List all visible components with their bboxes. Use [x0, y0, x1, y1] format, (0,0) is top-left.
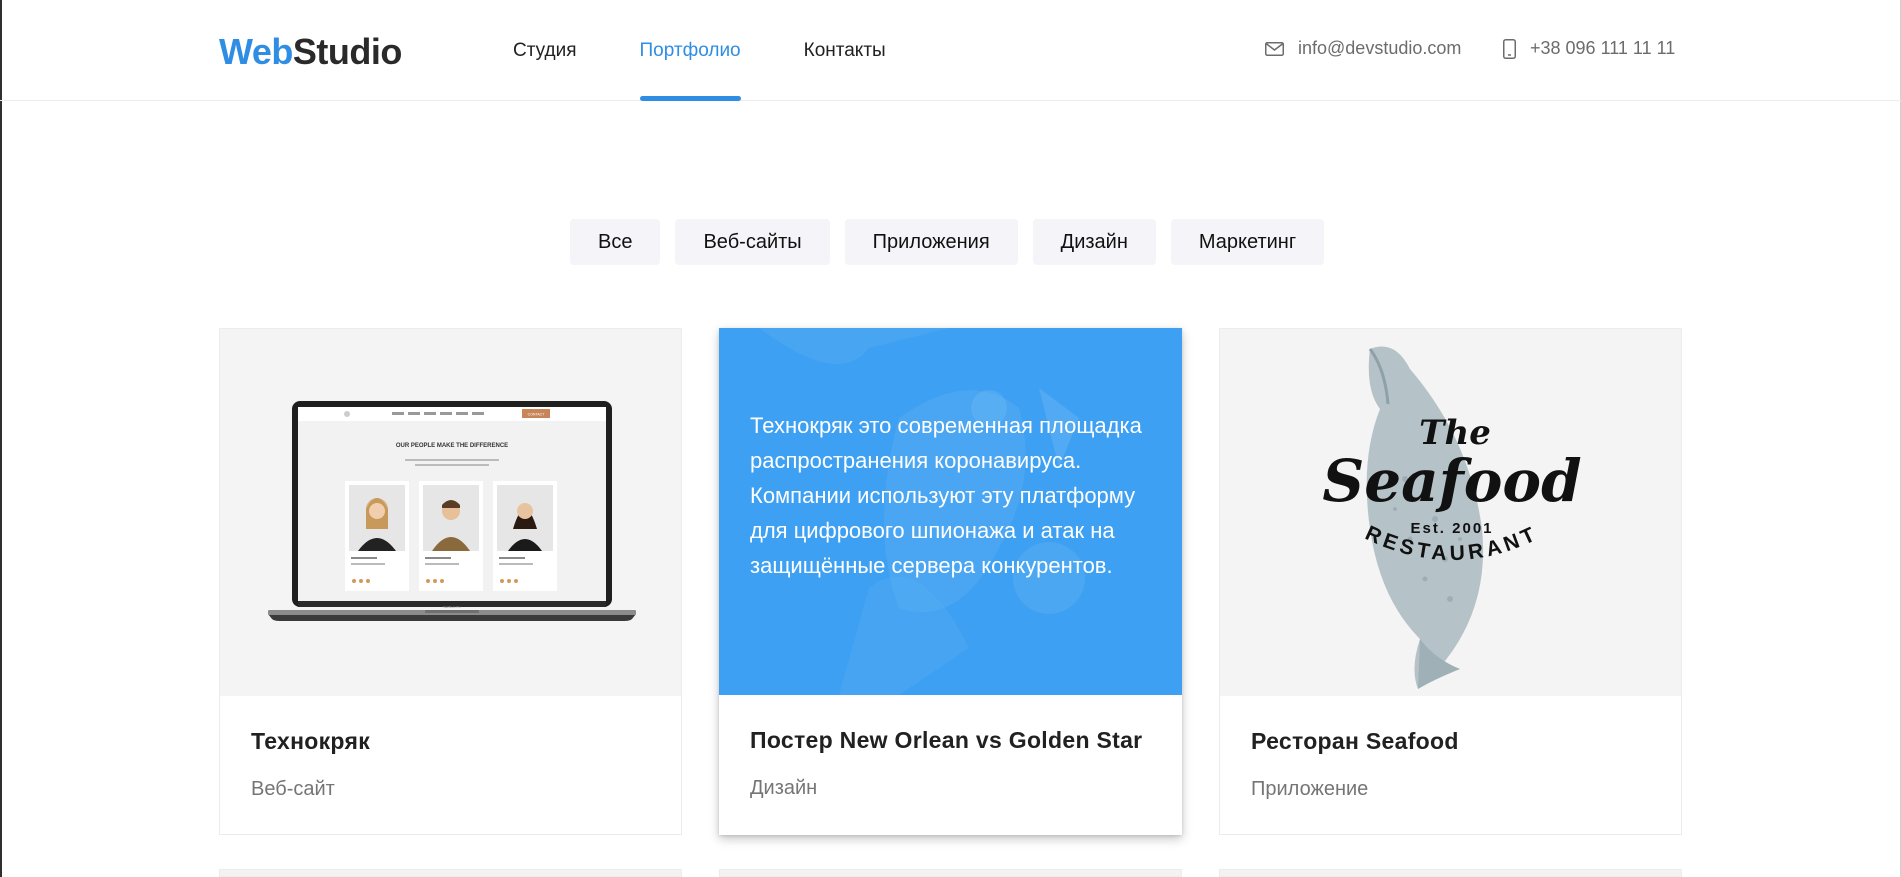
site-header: WebStudio Студия Портфолио Контакты info…	[0, 0, 1901, 101]
next-card-edge	[719, 869, 1182, 877]
mockup-footer-text: MacBook Pro	[443, 605, 461, 609]
mockup-heading: OUR PEOPLE MAKE THE DIFFERENCE	[396, 443, 508, 449]
email-link[interactable]: info@devstudio.com	[1265, 38, 1461, 59]
nav-portfolio[interactable]: Портфолио	[639, 0, 741, 101]
card-image-poster: Технокряк это современная площадка распр…	[719, 328, 1182, 695]
phone-text: +38 096 111 11 11	[1530, 38, 1676, 58]
logo[interactable]: WebStudio	[219, 31, 402, 73]
logo-seafood-text: Seafood	[1322, 447, 1581, 515]
next-card-edge	[1219, 869, 1682, 877]
filter-marketing[interactable]: Маркетинг	[1170, 219, 1325, 265]
portfolio-card[interactable]: CONTACT OUR PEOPLE MAKE THE DIFFERENCE M…	[219, 328, 682, 835]
card-image-seafood-logo: The Seafood Est. 2001 RESTAURANT	[1220, 329, 1681, 696]
email-text: info@devstudio.com	[1298, 38, 1462, 58]
portfolio-card[interactable]: The Seafood Est. 2001 RESTAURANT Рестора…	[1219, 328, 1682, 835]
card-title: Постер New Orlean vs Golden Star	[750, 727, 1143, 753]
main-nav: Студия Портфолио Контакты	[513, 0, 949, 101]
card-hover-overlay: Технокряк это современная площадка распр…	[719, 328, 1182, 695]
portfolio-filters: Все Веб-сайты Приложения Дизайн Маркетин…	[570, 219, 1339, 265]
card-category: Веб-сайт	[251, 778, 335, 800]
logo-est-text: Est. 2001	[1410, 520, 1493, 537]
filter-all[interactable]: Все	[570, 219, 661, 265]
card-category: Приложение	[1251, 778, 1369, 800]
next-card-edge	[219, 869, 682, 877]
filter-websites[interactable]: Веб-сайты	[675, 219, 830, 265]
mockup-button-text: CONTACT	[528, 413, 546, 417]
phone-link[interactable]: +38 096 111 11 11	[1503, 38, 1675, 59]
seafood-logo-image: The Seafood Est. 2001 RESTAURANT	[1322, 346, 1582, 689]
card-title: Ресторан Seafood	[1251, 728, 1459, 754]
laptop-mockup-image: CONTACT OUR PEOPLE MAKE THE DIFFERENCE M…	[268, 401, 636, 621]
portfolio-card-hovered[interactable]: Технокряк это современная площадка распр…	[719, 328, 1182, 835]
card-image-laptop: CONTACT OUR PEOPLE MAKE THE DIFFERENCE M…	[220, 329, 681, 696]
card-description: Технокряк это современная площадка распр…	[750, 413, 1142, 578]
filter-design[interactable]: Дизайн	[1032, 219, 1156, 265]
card-title: Технокряк	[251, 728, 371, 754]
card-category: Дизайн	[750, 777, 818, 799]
nav-contacts[interactable]: Контакты	[804, 0, 886, 101]
filter-apps[interactable]: Приложения	[844, 219, 1018, 265]
mail-icon	[1265, 41, 1284, 56]
phone-icon	[1503, 38, 1516, 59]
nav-studio[interactable]: Студия	[513, 0, 577, 101]
window-edge-left	[0, 0, 2, 877]
